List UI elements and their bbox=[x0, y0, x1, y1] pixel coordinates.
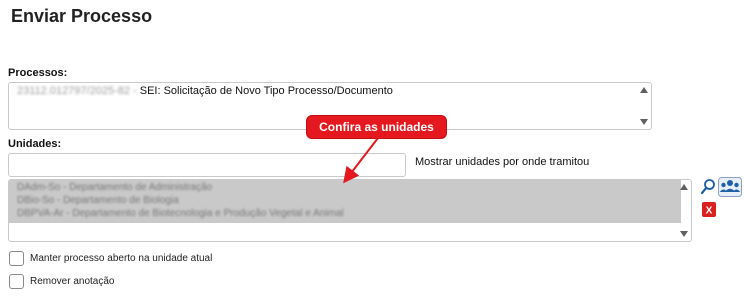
scroll-down-icon[interactable] bbox=[680, 231, 688, 237]
unit-item-2[interactable]: DBio-So - Departamento de Biologia bbox=[17, 195, 179, 206]
scroll-down-icon[interactable] bbox=[640, 119, 648, 125]
unidades-list[interactable]: DAdm-So - Departamento de Administração … bbox=[8, 179, 692, 242]
process-entry[interactable]: 23112.012797/2025-82 - SEI: Solicitação … bbox=[17, 85, 393, 97]
keep-open-label: Manter processo aberto na unidade atual bbox=[30, 253, 213, 264]
group-users-icon[interactable] bbox=[718, 177, 742, 197]
keep-open-checkbox[interactable] bbox=[9, 251, 24, 266]
remove-annotation-checkbox[interactable] bbox=[9, 274, 24, 289]
unit-item-1[interactable]: DAdm-So - Departamento de Administração bbox=[17, 182, 212, 193]
unidades-label: Unidades: bbox=[8, 138, 62, 150]
processos-label: Processos: bbox=[8, 67, 68, 79]
keep-open-option[interactable]: Manter processo aberto na unidade atual bbox=[9, 251, 212, 266]
scroll-up-icon[interactable] bbox=[640, 87, 648, 93]
unit-item-3[interactable]: DBPVA-Ar - Departamento de Biotecnologia… bbox=[17, 208, 344, 219]
scroll-up-icon[interactable] bbox=[680, 184, 688, 190]
page-title: Enviar Processo bbox=[11, 6, 153, 26]
remove-annotation-label: Remover anotação bbox=[30, 276, 115, 287]
svg-text:X: X bbox=[706, 206, 713, 217]
show-units-link[interactable]: Mostrar unidades por onde tramitou bbox=[415, 156, 589, 168]
process-description: SEI: Solicitação de Novo Tipo Processo/D… bbox=[139, 85, 393, 97]
remove-x-icon[interactable]: X bbox=[702, 202, 716, 217]
process-number: 23112.012797/2025-82 - bbox=[17, 85, 137, 97]
unidades-search-input[interactable] bbox=[8, 153, 406, 177]
callout-confira-unidades: Confira as unidades bbox=[307, 116, 446, 138]
search-icon[interactable] bbox=[700, 178, 716, 196]
remove-annotation-option[interactable]: Remover anotação bbox=[9, 274, 115, 289]
